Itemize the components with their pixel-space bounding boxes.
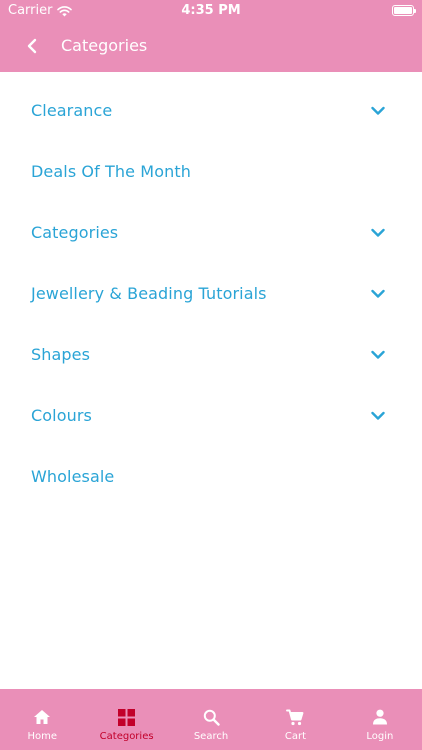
category-item-label: Categories <box>31 223 119 242</box>
cart-icon <box>286 709 304 725</box>
category-item-label: Deals Of The Month <box>31 162 191 181</box>
tab-cart[interactable]: Cart <box>253 689 337 750</box>
category-item-colours[interactable]: Colours <box>14 385 408 446</box>
chevron-down-icon[interactable] <box>370 286 386 302</box>
tab-label: Home <box>27 731 57 742</box>
top-bar: Carrier 4:35 PM Categories <box>0 0 422 72</box>
category-item-label: Wholesale <box>31 467 115 486</box>
category-item-label: Clearance <box>31 101 113 120</box>
category-list: Clearance Deals Of The Month Categories … <box>14 80 408 507</box>
category-item-shapes[interactable]: Shapes <box>14 324 408 385</box>
chevron-down-icon[interactable] <box>370 225 386 241</box>
nav-bar: Categories <box>0 22 422 70</box>
category-item-clearance[interactable]: Clearance <box>14 80 408 141</box>
grid-icon <box>118 708 136 726</box>
battery-icon <box>392 5 416 16</box>
app-screen: Carrier 4:35 PM Categories Clearance Dea… <box>0 0 422 750</box>
tab-login[interactable]: Login <box>338 689 422 750</box>
tab-label: Search <box>193 731 229 742</box>
tab-bar: Home Categories Search Cart Login <box>0 689 422 750</box>
category-item-jewellery-beading-tutorials[interactable]: Jewellery & Beading Tutorials <box>14 263 408 324</box>
tab-label: Categories <box>99 731 154 742</box>
back-button[interactable] <box>18 32 46 60</box>
category-item-wholesale[interactable]: Wholesale <box>14 446 408 507</box>
tab-label: Login <box>366 731 394 742</box>
page-title: Categories <box>61 36 148 55</box>
tab-label: Cart <box>284 731 306 742</box>
tab-search[interactable]: Search <box>169 689 253 750</box>
home-icon <box>34 710 51 724</box>
search-icon <box>203 709 220 726</box>
status-bar: Carrier 4:35 PM <box>0 0 422 22</box>
category-item-categories[interactable]: Categories <box>14 202 408 263</box>
status-time: 4:35 PM <box>181 3 241 18</box>
category-item-deals-of-the-month[interactable]: Deals Of The Month <box>14 141 408 202</box>
tab-categories[interactable]: Categories <box>84 689 168 750</box>
tab-home[interactable]: Home <box>0 689 84 750</box>
chevron-down-icon[interactable] <box>370 103 386 119</box>
category-item-label: Jewellery & Beading Tutorials <box>31 284 267 303</box>
category-item-label: Shapes <box>31 345 91 364</box>
chevron-left-icon <box>27 38 37 54</box>
category-item-label: Colours <box>31 406 92 425</box>
user-icon <box>372 709 387 725</box>
chevron-down-icon[interactable] <box>370 347 386 363</box>
chevron-down-icon[interactable] <box>370 408 386 424</box>
